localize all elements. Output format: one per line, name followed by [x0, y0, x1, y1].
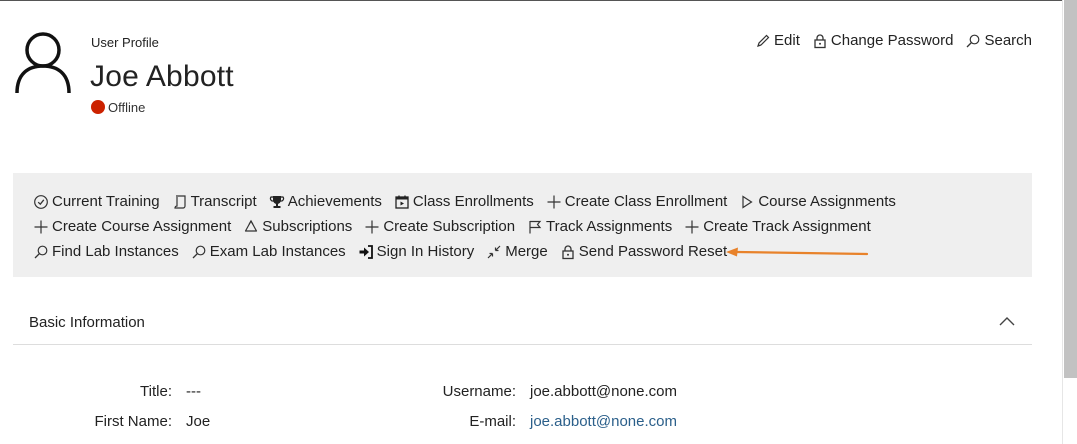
user-actions-panel: Current Training Transcript Achievements…: [13, 173, 1032, 277]
plus-icon: [685, 220, 699, 233]
search-icon: [34, 245, 48, 258]
sign-in-history-link[interactable]: Sign In History: [358, 243, 474, 260]
user-name: Joe Abbott: [90, 60, 234, 93]
sign-in-icon: [359, 244, 373, 259]
field-label: E-mail:: [469, 413, 516, 430]
scrollbar-thumb[interactable]: [1064, 0, 1077, 378]
field-label: First Name:: [94, 413, 172, 430]
subscriptions-link[interactable]: Subscriptions: [243, 218, 352, 235]
clock-check-icon: [34, 194, 48, 209]
class-enrollments-link[interactable]: Class Enrollments: [394, 193, 534, 210]
header-actions: Edit Change Password Search: [755, 32, 1032, 49]
plus-icon: [34, 220, 48, 233]
exam-lab-instances-link[interactable]: Exam Lab Instances: [191, 243, 346, 260]
field-value: Joe: [186, 413, 211, 430]
trophy-icon: [269, 195, 284, 208]
actions-row-2: Create Course Assignment Subscriptions C…: [33, 214, 1032, 239]
user-avatar-icon: [15, 32, 71, 94]
offline-status-dot-icon: [91, 99, 105, 114]
search-icon: [967, 34, 980, 47]
top-border: [0, 0, 1062, 1]
field-first-name: First Name: Joe: [60, 413, 210, 430]
search-icon: [192, 245, 206, 258]
plus-icon: [547, 195, 561, 208]
create-course-assignment-link[interactable]: Create Course Assignment: [33, 218, 231, 235]
pencil-icon: [757, 34, 770, 47]
create-class-enrollment-link[interactable]: Create Class Enrollment: [546, 193, 727, 210]
achievements-link[interactable]: Achievements: [269, 193, 382, 210]
field-label: Username:: [442, 383, 516, 400]
change-password-button[interactable]: Change Password: [812, 32, 953, 49]
basic-information-header[interactable]: Basic Information: [13, 300, 1032, 345]
annotation-arrow: [726, 247, 869, 257]
play-icon: [742, 194, 753, 209]
create-subscription-link[interactable]: Create Subscription: [364, 218, 515, 235]
current-training-link[interactable]: Current Training: [33, 193, 160, 210]
find-lab-instances-link[interactable]: Find Lab Instances: [33, 243, 179, 260]
transcript-link[interactable]: Transcript: [172, 193, 257, 210]
chevron-up-icon[interactable]: [998, 313, 1016, 331]
page-header-label: User Profile: [91, 35, 159, 50]
send-password-reset-link[interactable]: Send Password Reset: [560, 243, 727, 260]
edit-button[interactable]: Edit: [755, 32, 800, 49]
lock-icon: [814, 33, 826, 48]
create-track-assignment-link[interactable]: Create Track Assignment: [684, 218, 871, 235]
scroll-icon: [173, 194, 186, 209]
presence-status: Offline: [91, 99, 146, 115]
actions-row-3: Find Lab Instances Exam Lab Instances Si…: [33, 239, 1032, 264]
flag-icon: [529, 220, 542, 233]
section-title: Basic Information: [29, 313, 145, 331]
field-title: Title: ---: [60, 383, 201, 400]
field-value: joe.abbott@none.com: [530, 383, 677, 400]
track-assignments-link[interactable]: Track Assignments: [527, 218, 672, 235]
merge-icon: [487, 245, 501, 258]
email-link[interactable]: joe.abbott@none.com: [530, 413, 677, 430]
calendar-icon: [395, 195, 409, 209]
field-email: E-mail: joe.abbott@none.com: [400, 413, 677, 430]
search-button[interactable]: Search: [965, 32, 1032, 49]
field-username: Username: joe.abbott@none.com: [400, 383, 677, 400]
presence-status-label: Offline: [108, 100, 146, 115]
field-value: ---: [186, 383, 201, 400]
field-label: Title:: [140, 383, 172, 400]
lock-icon: [562, 244, 574, 259]
course-assignments-link[interactable]: Course Assignments: [739, 193, 896, 210]
plus-icon: [365, 220, 379, 233]
merge-link[interactable]: Merge: [486, 243, 548, 260]
recycle-icon: [245, 219, 258, 232]
actions-row-1: Current Training Transcript Achievements…: [33, 189, 1032, 214]
